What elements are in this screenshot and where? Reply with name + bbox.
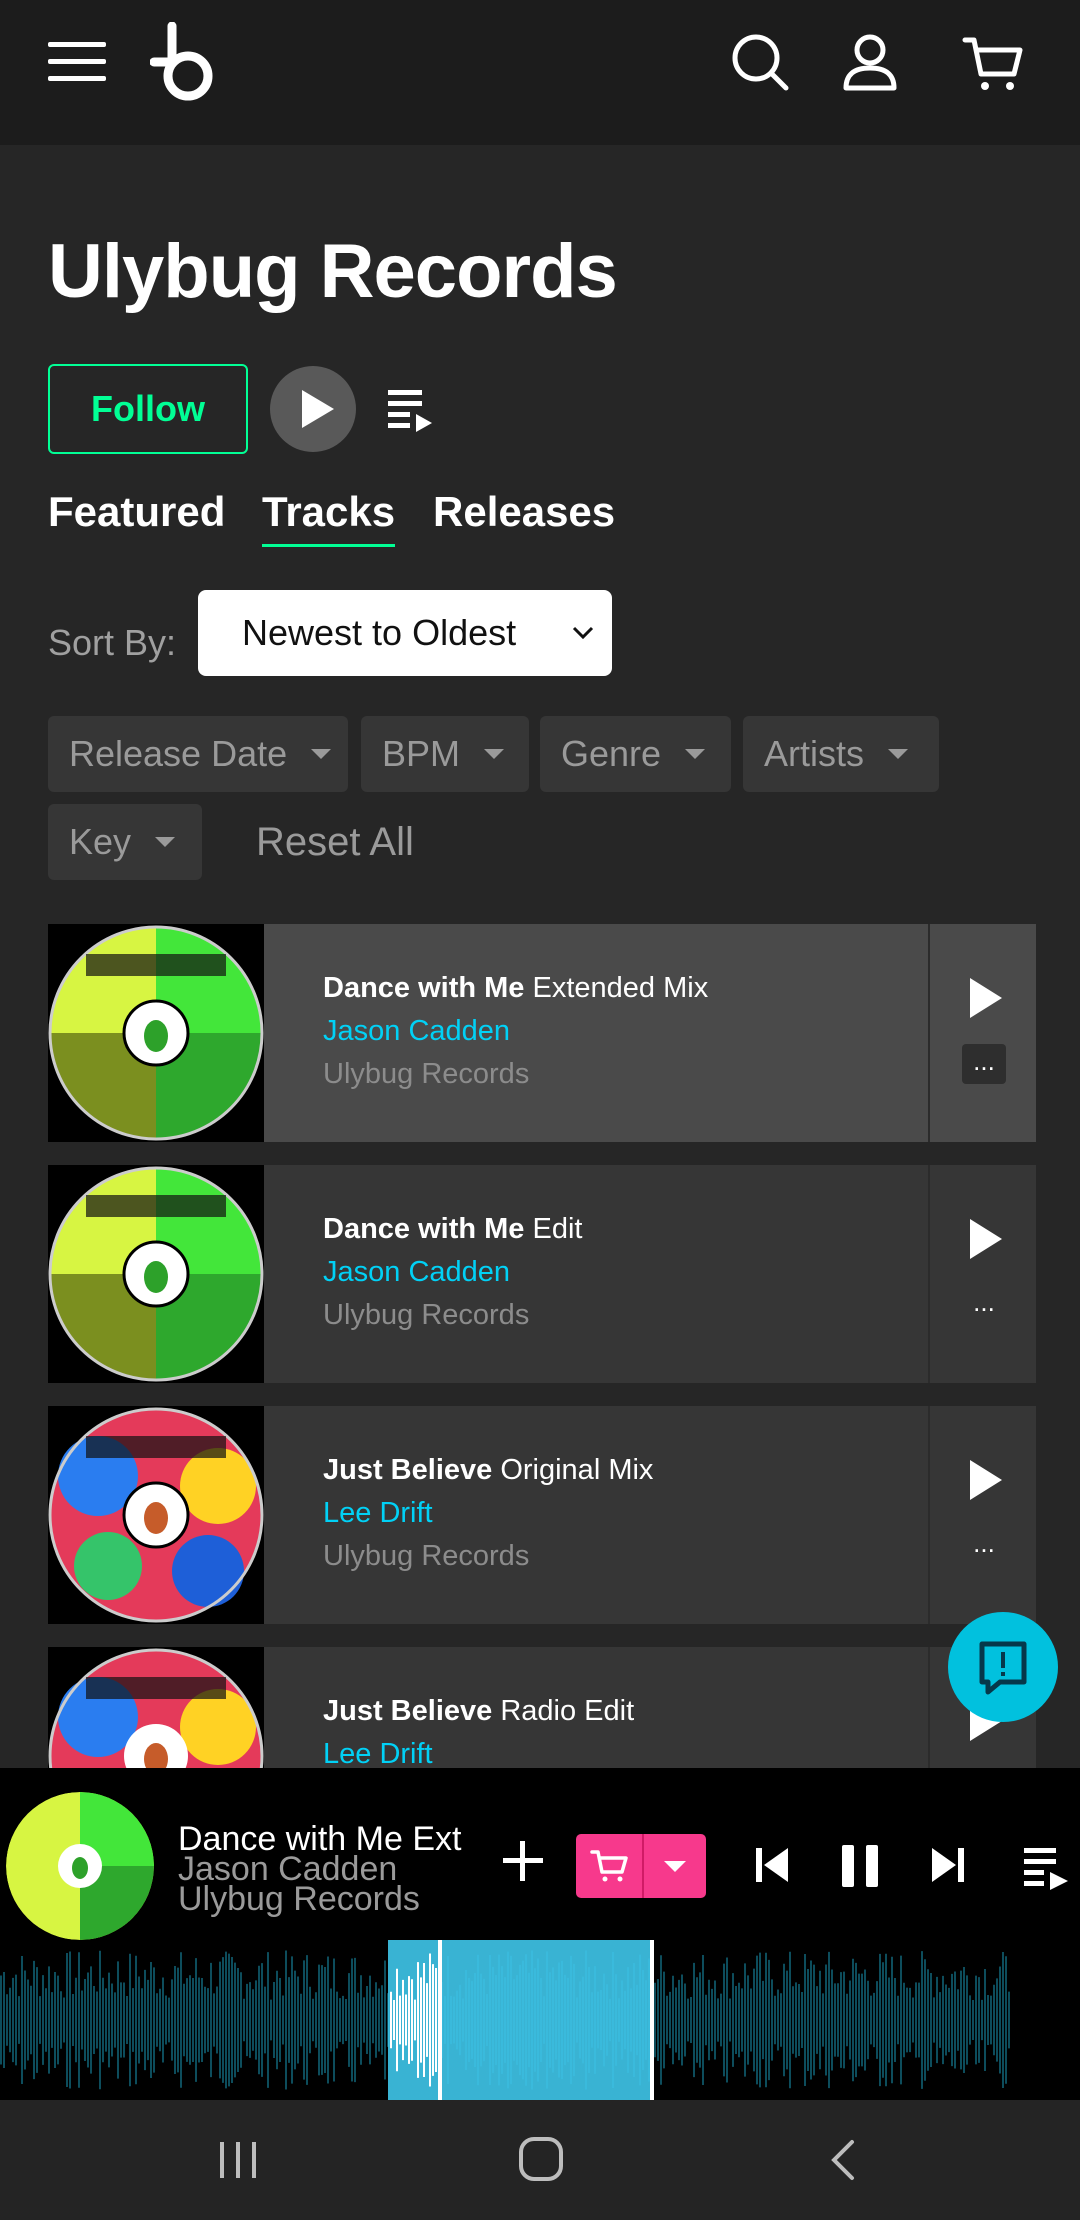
play-icon [302, 390, 334, 428]
release-artwork [48, 1165, 264, 1383]
cart-button-divider [642, 1834, 644, 1898]
account-icon[interactable] [840, 32, 900, 92]
track-mix: Original Mix [500, 1454, 654, 1486]
add-to-cart-button[interactable] [576, 1834, 706, 1898]
menu-icon[interactable] [48, 38, 106, 86]
track-label[interactable]: Ulybug Records [323, 1299, 582, 1332]
search-icon[interactable] [730, 32, 790, 92]
system-navigation-bar [0, 2100, 1080, 2220]
caret-down-icon [155, 837, 176, 847]
play-icon[interactable] [968, 1217, 1004, 1261]
track-title[interactable]: Just Believe Original Mix [323, 1454, 653, 1487]
reset-all-link[interactable]: Reset All [256, 820, 414, 865]
track-row[interactable]: Dance with Me Edit Jason Cadden Ulybug R… [48, 1165, 1036, 1383]
track-actions: ... [928, 1406, 1036, 1624]
waveform-scrubber[interactable] [0, 1940, 1080, 2100]
more-options-button[interactable]: ... [962, 1044, 1006, 1084]
filter-label: BPM [382, 733, 461, 774]
track-title[interactable]: Dance with Me Extended Mix [323, 972, 708, 1005]
filter-bpm[interactable]: BPM [361, 716, 529, 792]
follow-button[interactable]: Follow [48, 364, 248, 454]
previous-track-icon[interactable] [752, 1842, 792, 1888]
track-artist[interactable]: Lee Drift [323, 1738, 634, 1768]
add-to-queue-icon[interactable] [386, 384, 436, 434]
tab-releases[interactable]: Releases [433, 488, 615, 536]
track-row[interactable]: Just Believe Original Mix Lee Drift Ulyb… [48, 1406, 1036, 1624]
chevron-down-icon [572, 626, 594, 640]
track-info: Dance with Me Extended Mix Jason Cadden … [323, 972, 708, 1091]
release-artwork [48, 924, 264, 1142]
pause-icon[interactable] [838, 1842, 882, 1888]
filter-genre[interactable]: Genre [540, 716, 731, 792]
now-playing-info: Dance with Me Ext Jason Cadden Ulybug Re… [178, 1822, 461, 1916]
cart-icon[interactable] [962, 34, 1024, 96]
caret-down-icon [484, 749, 505, 759]
cart-options-caret-icon[interactable] [664, 1861, 686, 1872]
filter-label: Artists [764, 733, 865, 774]
track-label[interactable]: Ulybug Records [323, 1058, 708, 1091]
sort-select[interactable]: Newest to Oldest [198, 590, 612, 676]
chat-icon [979, 1641, 1027, 1695]
track-info: Just Believe Radio Edit Lee Drift [323, 1695, 634, 1768]
now-playing-label[interactable]: Ulybug Records [178, 1882, 461, 1916]
track-info: Dance with Me Edit Jason Cadden Ulybug R… [323, 1213, 582, 1332]
filter-label: Release Date [69, 733, 288, 774]
track-mix: Extended Mix [532, 972, 709, 1004]
filter-artists[interactable]: Artists [743, 716, 939, 792]
mini-player: Dance with Me Ext Jason Cadden Ulybug Re… [0, 1768, 1080, 2100]
home-icon[interactable] [518, 2136, 564, 2182]
play-all-button[interactable] [270, 366, 356, 452]
tab-featured[interactable]: Featured [48, 488, 225, 536]
track-row[interactable]: Dance with Me Extended Mix Jason Cadden … [48, 924, 1036, 1142]
track-title[interactable]: Dance with Me Edit [323, 1213, 582, 1246]
more-options-button[interactable]: ... [962, 1526, 1006, 1566]
track-name: Just Believe [323, 1695, 493, 1727]
cart-icon [590, 1850, 628, 1882]
track-name: Dance with Me [323, 1213, 525, 1245]
track-artist[interactable]: Jason Cadden [323, 1015, 708, 1048]
chat-feedback-button[interactable] [948, 1612, 1058, 1722]
track-artist[interactable]: Lee Drift [323, 1497, 653, 1530]
sort-select-value: Newest to Oldest [242, 612, 517, 653]
release-artwork [48, 1647, 264, 1768]
page-title: Ulybug Records [48, 229, 618, 314]
tab-tracks[interactable]: Tracks [262, 488, 396, 547]
track-row[interactable]: Just Believe Radio Edit Lee Drift [48, 1647, 1036, 1768]
more-options-button[interactable]: ... [962, 1285, 1006, 1325]
filter-release-date[interactable]: Release Date [48, 716, 348, 792]
play-icon[interactable] [968, 1458, 1004, 1502]
add-icon[interactable] [500, 1838, 546, 1884]
caret-down-icon [311, 749, 332, 759]
filter-key[interactable]: Key [48, 804, 202, 880]
track-label[interactable]: Ulybug Records [323, 1540, 653, 1573]
track-info: Just Believe Original Mix Lee Drift Ulyb… [323, 1454, 653, 1573]
track-actions: ... [928, 924, 1036, 1142]
track-artist[interactable]: Jason Cadden [323, 1256, 582, 1289]
track-title[interactable]: Just Believe Radio Edit [323, 1695, 634, 1728]
track-mix: Edit [532, 1213, 583, 1245]
filter-label: Key [69, 821, 132, 862]
sort-label: Sort By: [48, 622, 177, 663]
filter-label: Genre [561, 733, 662, 774]
recent-apps-icon[interactable] [218, 2138, 258, 2182]
track-name: Just Believe [323, 1454, 493, 1486]
queue-icon[interactable] [1022, 1842, 1070, 1890]
track-actions: ... [928, 1165, 1036, 1383]
track-name: Dance with Me [323, 972, 525, 1004]
play-icon[interactable] [968, 976, 1004, 1020]
now-playing-artwork[interactable] [6, 1792, 154, 1940]
top-navigation-bar [0, 0, 1080, 145]
back-icon[interactable] [828, 2138, 858, 2182]
beatport-logo[interactable] [150, 22, 216, 104]
release-artwork [48, 1406, 264, 1624]
track-mix: Radio Edit [500, 1695, 635, 1727]
next-track-icon[interactable] [928, 1842, 968, 1888]
caret-down-icon [888, 749, 909, 759]
caret-down-icon [685, 749, 706, 759]
